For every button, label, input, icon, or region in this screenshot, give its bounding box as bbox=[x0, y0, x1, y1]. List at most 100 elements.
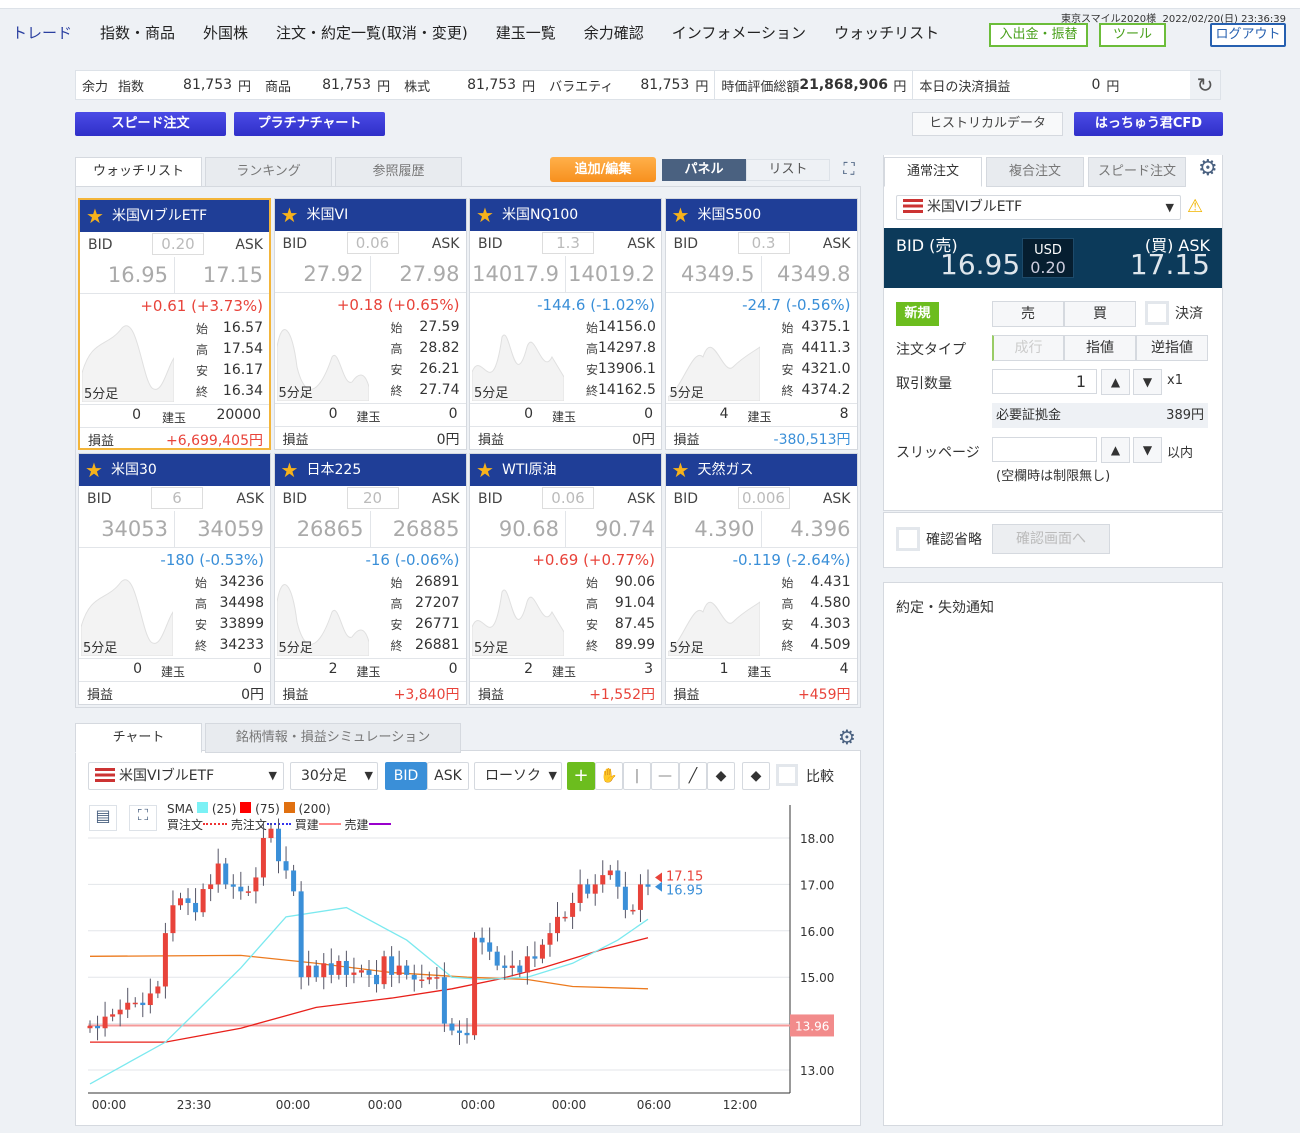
candle-body bbox=[547, 933, 553, 945]
x-tick-label: 23:30 bbox=[177, 1098, 212, 1112]
candle-body bbox=[411, 974, 417, 980]
candle-body bbox=[404, 965, 410, 975]
candle-body bbox=[637, 884, 643, 910]
x-tick-label: 12:00 bbox=[723, 1098, 758, 1112]
candle-body bbox=[125, 1002, 131, 1010]
candle-body bbox=[645, 884, 651, 887]
candle-body bbox=[517, 965, 523, 973]
candle-body bbox=[306, 965, 312, 978]
candle-body bbox=[238, 886, 244, 892]
candle-body bbox=[230, 884, 236, 887]
slippage-up-icon[interactable]: ▲ bbox=[1101, 437, 1130, 463]
candle-body bbox=[336, 960, 342, 975]
quantity-up-icon[interactable]: ▲ bbox=[1101, 369, 1130, 395]
settle-checkbox[interactable] bbox=[1145, 301, 1169, 325]
candle-body bbox=[419, 979, 425, 982]
candle-body bbox=[245, 891, 251, 893]
candle-body bbox=[464, 1032, 470, 1036]
ask-marker-icon bbox=[655, 872, 662, 883]
limit-order-button[interactable]: 指値 bbox=[1064, 335, 1136, 361]
slippage-down-icon[interactable]: ▼ bbox=[1133, 437, 1162, 463]
candle-body bbox=[502, 965, 508, 968]
candle-body bbox=[570, 902, 576, 917]
candle-body bbox=[291, 870, 297, 892]
slippage-within: 以内 bbox=[1167, 446, 1194, 461]
slippage-label: スリッページ bbox=[896, 445, 980, 461]
x-tick-label: 00:00 bbox=[461, 1098, 496, 1112]
candle-body bbox=[215, 863, 221, 885]
stop-order-button[interactable]: 逆指値 bbox=[1136, 335, 1208, 361]
slippage-input[interactable] bbox=[992, 437, 1097, 462]
candle-body bbox=[147, 993, 153, 1006]
candle-body bbox=[276, 828, 282, 862]
order-type-label: 注文タイプ bbox=[896, 342, 966, 358]
y-tick-label: 18.00 bbox=[800, 832, 834, 846]
tab-normal-order[interactable]: 通常注文 bbox=[884, 157, 982, 187]
candle-body bbox=[283, 861, 289, 871]
y-tick-label: 13.00 bbox=[800, 1064, 834, 1078]
candle-body bbox=[170, 905, 176, 934]
candle-body bbox=[253, 877, 259, 892]
order-spread: 0.20 bbox=[1030, 258, 1066, 277]
candle-body bbox=[298, 891, 304, 978]
spread-box: USD 0.20 bbox=[1022, 238, 1074, 278]
tab-speed-order[interactable]: スピード注文 bbox=[1088, 157, 1186, 187]
candle-body bbox=[532, 956, 538, 959]
candle-body bbox=[524, 956, 530, 973]
chevron-down-icon: ▼ bbox=[1165, 201, 1174, 214]
ask-price-label: 17.15 bbox=[666, 869, 703, 884]
candle-body bbox=[313, 965, 319, 978]
order-ask[interactable]: 17.15 bbox=[1130, 248, 1210, 281]
candle-body bbox=[162, 933, 168, 987]
quote-box: BID (売) 16.95 USD 0.20 (買) ASK 17.15 bbox=[884, 228, 1222, 288]
tab-combined-order[interactable]: 複合注文 bbox=[986, 157, 1084, 187]
candle-body bbox=[200, 889, 206, 913]
candle-body bbox=[441, 977, 447, 1024]
market-order-button[interactable]: 成行 bbox=[992, 335, 1064, 361]
order-symbol-select[interactable]: 米国VIブルETF ▼ bbox=[896, 195, 1181, 220]
quantity-input[interactable]: 1 bbox=[992, 369, 1097, 394]
required-margin-label: 必要証拠金 bbox=[996, 408, 1062, 423]
position-price-label: 13.96 bbox=[795, 1019, 829, 1033]
candle-body bbox=[539, 944, 545, 959]
candle-body bbox=[374, 974, 380, 985]
quantity-multiplier: x1 bbox=[1167, 373, 1183, 388]
candle-body bbox=[585, 884, 591, 894]
sma25-line bbox=[89, 906, 649, 1085]
candle-body bbox=[208, 884, 214, 890]
candle-body bbox=[95, 1025, 101, 1029]
warning-icon: ⚠ bbox=[1187, 196, 1204, 217]
candle-body bbox=[434, 977, 440, 979]
candle-body bbox=[494, 951, 500, 966]
candle-body bbox=[193, 902, 199, 913]
candle-body bbox=[389, 956, 395, 975]
skip-confirm-checkbox[interactable] bbox=[896, 527, 920, 551]
required-margin: 389円 bbox=[1166, 408, 1204, 423]
candle-body bbox=[358, 970, 364, 973]
bid-marker-icon bbox=[655, 881, 662, 892]
candle-body bbox=[117, 1009, 123, 1015]
notification-title: 約定・失効通知 bbox=[896, 600, 994, 616]
x-tick-label: 00:00 bbox=[92, 1098, 127, 1112]
new-order-badge[interactable]: 新規 bbox=[896, 302, 939, 326]
quantity-label: 取引数量 bbox=[896, 376, 952, 392]
candle-body bbox=[102, 1016, 108, 1029]
candle-body bbox=[321, 963, 327, 978]
y-tick-label: 15.00 bbox=[800, 971, 834, 985]
currency: USD bbox=[1034, 243, 1062, 258]
candle-body bbox=[185, 898, 191, 903]
sell-button[interactable]: 売 bbox=[992, 301, 1064, 327]
confirm-button[interactable]: 確認画面へ bbox=[992, 524, 1110, 554]
candle-body bbox=[456, 1030, 462, 1033]
candle-body bbox=[630, 909, 636, 912]
candle-body bbox=[351, 972, 357, 975]
x-tick-label: 06:00 bbox=[637, 1098, 672, 1112]
candle-body bbox=[607, 870, 613, 876]
order-settings-gear-icon[interactable]: ⚙ bbox=[1198, 156, 1218, 181]
candle-body bbox=[260, 838, 266, 878]
candle-body bbox=[577, 884, 583, 903]
order-bid[interactable]: 16.95 bbox=[940, 248, 1020, 281]
candle-body bbox=[132, 1002, 138, 1005]
buy-button[interactable]: 買 bbox=[1064, 301, 1136, 327]
quantity-down-icon[interactable]: ▼ bbox=[1133, 369, 1162, 395]
